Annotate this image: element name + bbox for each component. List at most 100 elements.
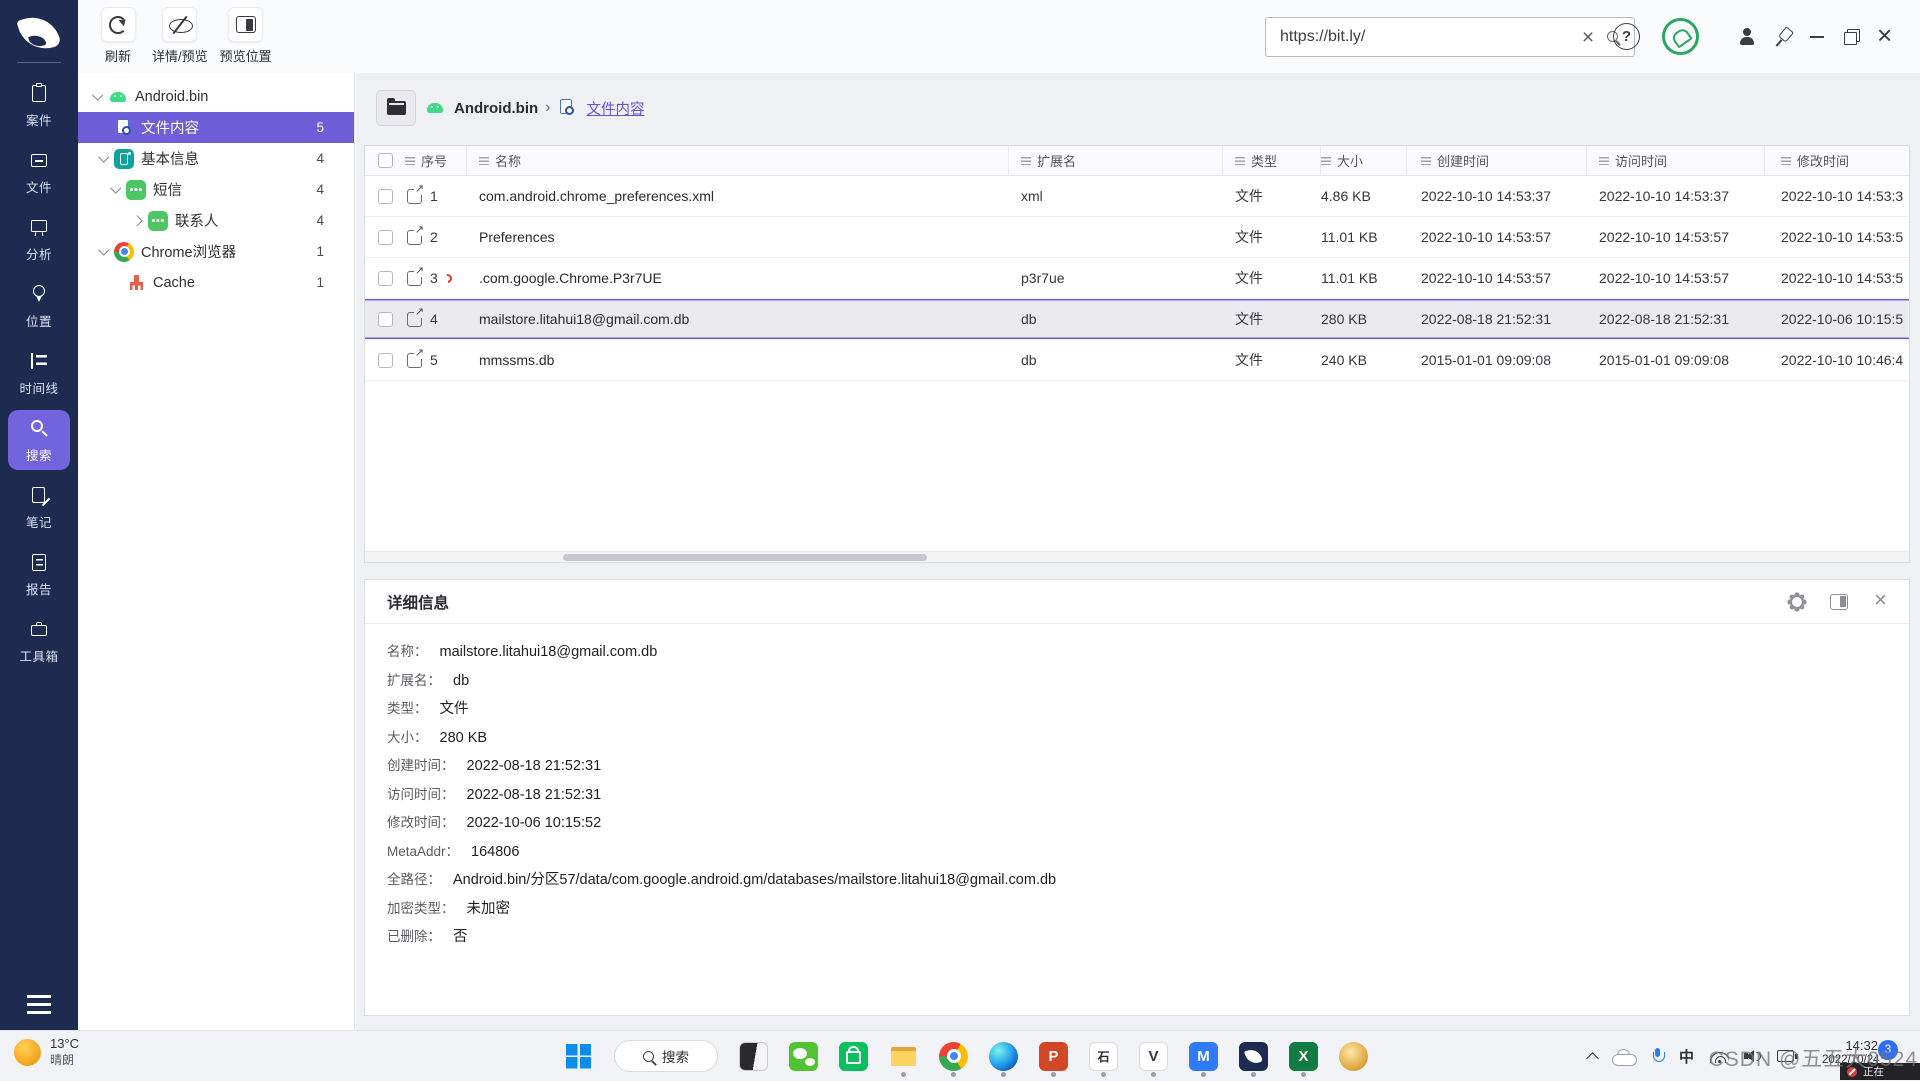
weather-widget[interactable]: 13°C 晴朗: [14, 1036, 79, 1068]
preview-position-button[interactable]: 预览位置: [220, 7, 272, 65]
column-header-type[interactable]: 类型: [1223, 146, 1321, 175]
sidebar-item-toolbox[interactable]: 工具箱: [8, 611, 70, 671]
table-row[interactable]: 4 mailstore.litahui18@gmail.com.db db 文件…: [365, 299, 1909, 340]
chevron-icon[interactable]: [88, 94, 108, 99]
tree-item-basic-info[interactable]: 基本信息 4: [78, 143, 354, 174]
column-header-accessed[interactable]: 访问时间: [1587, 146, 1765, 175]
row-checkbox[interactable]: [378, 312, 393, 327]
chevron-icon[interactable]: [106, 187, 126, 192]
taskbar-app-chrome[interactable]: [939, 1042, 968, 1071]
open-file-icon[interactable]: [407, 312, 422, 327]
tree-item-sms[interactable]: 短信 4: [78, 174, 354, 205]
row-checkbox[interactable]: [378, 353, 393, 368]
sidebar-item-cases[interactable]: 案件: [8, 75, 70, 135]
taskbar-app-gold[interactable]: [1339, 1042, 1368, 1071]
close-icon[interactable]: [1874, 589, 1887, 611]
taskbar-app-edge[interactable]: [989, 1042, 1018, 1071]
user-icon[interactable]: [1736, 27, 1758, 47]
url-search-input[interactable]: [1266, 28, 1575, 46]
minimize-button[interactable]: [1806, 26, 1828, 48]
panel-toggle-icon[interactable]: [1830, 594, 1848, 610]
chevron-icon[interactable]: [94, 249, 114, 254]
chevron-icon[interactable]: [106, 280, 126, 285]
folder-view-button[interactable]: [376, 90, 416, 126]
horizontal-scrollbar[interactable]: [365, 551, 1909, 562]
file-created: 2022-10-10 14:53:57: [1407, 258, 1587, 298]
menu-button[interactable]: [27, 995, 51, 1014]
table-row[interactable]: 5 mmssms.db db 文件 240 KB 2015-01-01 09:0…: [365, 340, 1909, 381]
cloud-icon[interactable]: [1612, 1049, 1636, 1064]
select-all-checkbox[interactable]: [378, 153, 393, 168]
sidebar-item-analysis[interactable]: 分析: [8, 209, 70, 269]
help-icon[interactable]: [1613, 23, 1640, 50]
column-header-size[interactable]: 大小: [1321, 146, 1407, 175]
taskbar-app-store[interactable]: [839, 1042, 868, 1071]
column-header-name[interactable]: 名称: [467, 146, 1009, 175]
item-count: 1: [316, 275, 354, 290]
notification-bell-icon[interactable]: [1662, 18, 1699, 55]
open-file-icon[interactable]: [407, 353, 422, 368]
sidebar-item-report[interactable]: 报告: [8, 544, 70, 604]
restore-button[interactable]: [1840, 26, 1862, 48]
microphone-icon[interactable]: [1651, 1048, 1664, 1065]
notification-toast[interactable]: 正在: [1840, 1063, 1920, 1080]
taskbar-app-m[interactable]: M: [1189, 1042, 1218, 1071]
taskbar-app-shimo[interactable]: 石: [1089, 1042, 1118, 1071]
breadcrumb-current-link[interactable]: 文件内容: [586, 98, 644, 119]
tree-item-file-content[interactable]: 文件内容 5: [78, 112, 354, 143]
taskbar-app-excel[interactable]: X: [1289, 1042, 1318, 1071]
pin-icon[interactable]: [1772, 26, 1794, 48]
refresh-button[interactable]: 刷新: [96, 7, 140, 65]
start-button[interactable]: [564, 1042, 593, 1071]
tree-item-chrome-browser[interactable]: Chrome浏览器 1: [78, 236, 354, 267]
taskbar-app-wechat[interactable]: [789, 1042, 818, 1071]
tree-item-cache[interactable]: Cache 1: [78, 267, 354, 298]
taskbar-clock[interactable]: 14:32 2022/10/24: [1822, 1038, 1878, 1066]
row-checkbox[interactable]: [378, 230, 393, 245]
row-checkbox[interactable]: [378, 271, 393, 286]
taskbar-app-forensic[interactable]: [1239, 1042, 1268, 1071]
open-file-icon[interactable]: [407, 230, 422, 245]
sidebar-item-notes[interactable]: 笔记: [8, 477, 70, 537]
volume-icon[interactable]: [1744, 1049, 1762, 1063]
taskbar-app-explorer[interactable]: [889, 1042, 918, 1071]
notification-count-badge[interactable]: 3: [1878, 1040, 1898, 1060]
table-row[interactable]: 3 .com.google.Chrome.P3r7UE p3r7ue 文件 11…: [365, 258, 1909, 299]
chevron-icon[interactable]: [94, 156, 114, 161]
sidebar-item-search[interactable]: 搜索: [8, 410, 70, 470]
tree-item-contacts[interactable]: 联系人 4: [78, 205, 354, 236]
app-icon: M: [1189, 1042, 1218, 1071]
scrollbar-thumb[interactable]: [563, 554, 927, 561]
column-header-modified[interactable]: 修改时间: [1765, 146, 1909, 175]
sidebar-item-files[interactable]: 文件: [8, 142, 70, 202]
clear-icon[interactable]: [1575, 27, 1601, 48]
chevron-icon[interactable]: [128, 217, 148, 225]
close-button[interactable]: [1874, 26, 1896, 48]
table-row[interactable]: 1 com.android.chrome_preferences.xml xml…: [365, 176, 1909, 217]
row-checkbox[interactable]: [378, 189, 393, 204]
sidebar-item-timeline[interactable]: 时间线: [8, 343, 70, 403]
taskbar-app-vc[interactable]: V: [1139, 1042, 1168, 1071]
table-header: 序号 名称 扩展名 类型 大小 创建时间 访问时间 修改时间: [365, 146, 1909, 176]
open-file-icon[interactable]: [407, 189, 422, 204]
breadcrumb-root[interactable]: Android.bin: [454, 100, 538, 117]
column-header-ext[interactable]: 扩展名: [1009, 146, 1223, 175]
taskbar-app-powerpoint[interactable]: P: [1039, 1042, 1068, 1071]
sidebar-item-location[interactable]: 位置: [8, 276, 70, 336]
details-preview-button[interactable]: 详情/预览: [152, 7, 208, 65]
ime-indicator[interactable]: 中: [1679, 1046, 1694, 1067]
column-header-num[interactable]: 序号: [405, 146, 467, 175]
taskbar-search[interactable]: 搜索: [614, 1040, 718, 1072]
header-label: 序号: [421, 151, 447, 170]
chevron-icon[interactable]: [94, 125, 114, 130]
refresh-icon: [101, 7, 136, 42]
open-file-icon[interactable]: [407, 271, 422, 286]
taskbar-app-dark[interactable]: [739, 1042, 768, 1071]
wifi-icon[interactable]: [1709, 1050, 1729, 1063]
power-battery-icon[interactable]: [1777, 1050, 1794, 1062]
tree-item-android-bin[interactable]: Android.bin: [78, 81, 354, 112]
column-header-created[interactable]: 创建时间: [1407, 146, 1587, 175]
table-row[interactable]: 2 Preferences 文件 11.01 KB 2022-10-10 14:…: [365, 217, 1909, 258]
gear-icon[interactable]: [1790, 595, 1804, 609]
tray-overflow-icon[interactable]: [1586, 1052, 1599, 1065]
